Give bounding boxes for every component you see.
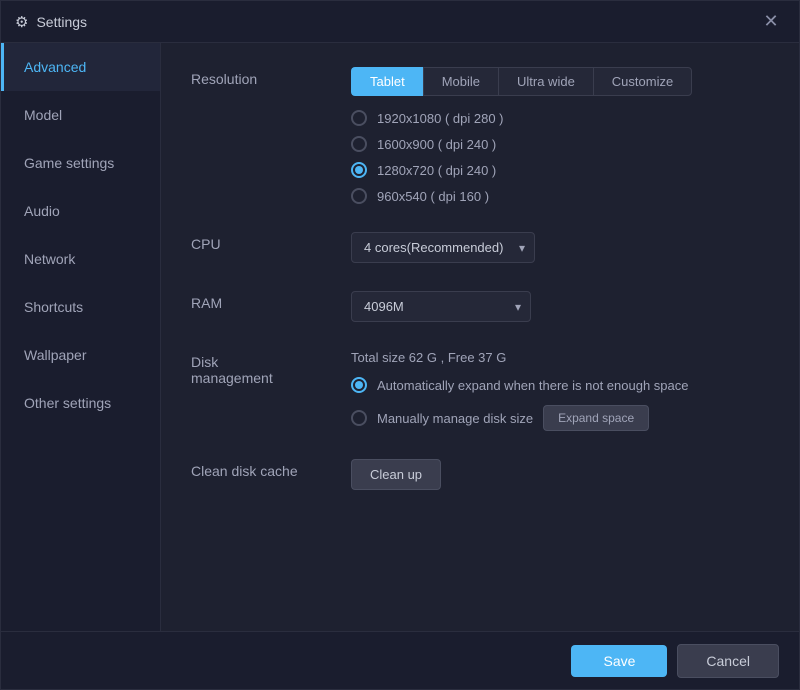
main-content: Resolution Tablet Mobile Ultra wide Cust… <box>161 43 799 631</box>
cpu-label: CPU <box>191 232 351 252</box>
tab-mobile[interactable]: Mobile <box>423 67 498 96</box>
resolution-section: Resolution Tablet Mobile Ultra wide Cust… <box>191 67 769 204</box>
cpu-content: 4 cores(Recommended) <box>351 232 769 263</box>
sidebar-item-model[interactable]: Model <box>1 91 160 139</box>
ram-content: 4096M <box>351 291 769 322</box>
disk-options: Automatically expand when there is not e… <box>351 377 769 431</box>
settings-dialog: ⚙ Settings ✕ Advanced Model Game setting… <box>0 0 800 690</box>
ram-section: RAM 4096M <box>191 291 769 322</box>
radio-900 <box>351 136 367 152</box>
sidebar-item-wallpaper[interactable]: Wallpaper <box>1 331 160 379</box>
disk-management-content: Total size 62 G , Free 37 G Automaticall… <box>351 350 769 431</box>
resolution-option-540[interactable]: 960x540 ( dpi 160 ) <box>351 188 769 204</box>
title-bar-left: ⚙ Settings <box>15 13 87 31</box>
clean-disk-cache-label: Clean disk cache <box>191 459 351 479</box>
title-bar: ⚙ Settings ✕ <box>1 1 799 43</box>
disk-option-manual[interactable]: Manually manage disk size Expand space <box>351 405 769 431</box>
resolution-option-720[interactable]: 1280x720 ( dpi 240 ) <box>351 162 769 178</box>
disk-management-label: Disk management <box>191 350 351 386</box>
clean-disk-cache-content: Clean up <box>351 459 769 490</box>
sidebar-item-network[interactable]: Network <box>1 235 160 283</box>
disk-option-auto[interactable]: Automatically expand when there is not e… <box>351 377 769 393</box>
footer: Save Cancel <box>1 631 799 689</box>
cancel-button[interactable]: Cancel <box>677 644 779 678</box>
sidebar-item-advanced[interactable]: Advanced <box>1 43 160 91</box>
clean-disk-cache-section: Clean disk cache Clean up <box>191 459 769 490</box>
resolution-label: Resolution <box>191 67 351 87</box>
close-button[interactable]: ✕ <box>757 8 785 36</box>
cleanup-button[interactable]: Clean up <box>351 459 441 490</box>
radio-1080 <box>351 110 367 126</box>
resolution-options: 1920x1080 ( dpi 280 ) 1600x900 ( dpi 240… <box>351 110 769 204</box>
ram-label: RAM <box>191 291 351 311</box>
dialog-title: Settings <box>36 14 87 30</box>
cpu-section: CPU 4 cores(Recommended) <box>191 232 769 263</box>
radio-720 <box>351 162 367 178</box>
disk-info: Total size 62 G , Free 37 G <box>351 350 769 365</box>
sidebar-item-other-settings[interactable]: Other settings <box>1 379 160 427</box>
cpu-select-wrapper: 4 cores(Recommended) <box>351 232 535 263</box>
resolution-option-900[interactable]: 1600x900 ( dpi 240 ) <box>351 136 769 152</box>
ram-select[interactable]: 4096M <box>351 291 531 322</box>
tab-customize[interactable]: Customize <box>593 67 692 96</box>
sidebar-item-game-settings[interactable]: Game settings <box>1 139 160 187</box>
resolution-option-1080[interactable]: 1920x1080 ( dpi 280 ) <box>351 110 769 126</box>
sidebar-item-shortcuts[interactable]: Shortcuts <box>1 283 160 331</box>
radio-manual <box>351 410 367 426</box>
resolution-tabs: Tablet Mobile Ultra wide Customize <box>351 67 769 96</box>
radio-540 <box>351 188 367 204</box>
radio-auto-expand <box>351 377 367 393</box>
resolution-content: Tablet Mobile Ultra wide Customize 1920x… <box>351 67 769 204</box>
tab-ultrawide[interactable]: Ultra wide <box>498 67 593 96</box>
ram-select-wrapper: 4096M <box>351 291 531 322</box>
sidebar: Advanced Model Game settings Audio Netwo… <box>1 43 161 631</box>
disk-management-section: Disk management Total size 62 G , Free 3… <box>191 350 769 431</box>
tab-tablet[interactable]: Tablet <box>351 67 423 96</box>
settings-icon: ⚙ <box>15 13 28 31</box>
sidebar-item-audio[interactable]: Audio <box>1 187 160 235</box>
save-button[interactable]: Save <box>571 645 667 677</box>
dialog-content: Advanced Model Game settings Audio Netwo… <box>1 43 799 631</box>
expand-space-button[interactable]: Expand space <box>543 405 649 431</box>
cpu-select[interactable]: 4 cores(Recommended) <box>351 232 535 263</box>
